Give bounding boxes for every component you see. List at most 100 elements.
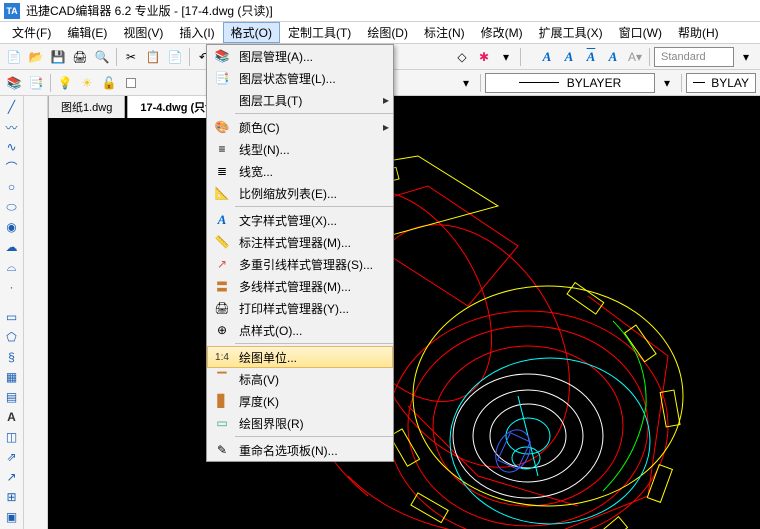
block-tool[interactable]: ◫ (2, 428, 22, 446)
layer-state-icon: 📑 (211, 69, 233, 87)
print-button[interactable]: 🖨 (70, 47, 90, 67)
menu-file[interactable]: 文件(F) (4, 22, 59, 43)
menu-thickness[interactable]: ▊ 厚度(K) (207, 390, 393, 412)
menu-point-style[interactable]: ⊕ 点样式(O)... (207, 319, 393, 341)
submenu-arrow-icon: ▸ (383, 120, 389, 134)
chevron-down-icon[interactable]: ▾ (657, 73, 677, 93)
menu-color[interactable]: 🎨 颜色(C) ▸ (207, 116, 393, 138)
helix-tool[interactable]: § (2, 348, 22, 366)
spline-tool[interactable]: ∿ (2, 138, 22, 156)
circle-tool[interactable]: ○ (2, 178, 22, 196)
menu-separator (235, 113, 393, 114)
menu-window[interactable]: 窗口(W) (611, 22, 670, 43)
menu-insert[interactable]: 插入(I) (171, 22, 222, 43)
title-text: 迅捷CAD编辑器 6.2 专业版 - [17-4.dwg (只读)] (26, 2, 273, 19)
linetype-icon: ≡ (211, 140, 233, 158)
menu-bar: 文件(F) 编辑(E) 视图(V) 插入(I) 格式(O) 定制工具(T) 绘图… (0, 22, 760, 44)
menu-edit[interactable]: 编辑(E) (59, 22, 115, 43)
region-tool[interactable]: ▣ (2, 508, 22, 526)
menu-ext-tools[interactable]: 扩展工具(X) (531, 22, 611, 43)
drawing-canvas[interactable]: 图纸1.dwg 17-4.dwg (只读 (48, 96, 760, 529)
menu-modify[interactable]: 修改(M) (473, 22, 531, 43)
text-style-a1[interactable]: A (537, 47, 557, 67)
bylayer-combo-2[interactable]: BYLAY (686, 73, 756, 93)
color-button[interactable]: ✱ (474, 47, 494, 67)
format-dropdown: 📚 图层管理(A)... 📑 图层状态管理(L)... 图层工具(T) ▸ 🎨 … (206, 44, 394, 462)
new-file-button[interactable]: 📄 (4, 47, 24, 67)
text-style-a4[interactable]: A (603, 47, 623, 67)
rectangle-tool[interactable]: ▭ (2, 308, 22, 326)
bylayer-label-1: BYLAYER (567, 76, 621, 90)
menu-text-style[interactable]: A 文字样式管理(X)... (207, 209, 393, 231)
text-tool[interactable]: A (2, 408, 22, 426)
left-toolbar-2 (24, 96, 48, 529)
line-tool[interactable]: ╱ (2, 98, 22, 116)
polyline-tool[interactable]: 〰 (2, 118, 22, 136)
copy-button[interactable]: 📋 (143, 47, 163, 67)
left-toolbar-1: ╱ 〰 ∿ ⌒ ○ ⬭ ◉ ☁ ⌓ · ▭ ⬠ § ▦ ▤ A ◫ ⇗ ↗ ⊞ … (0, 96, 24, 529)
revcloud-tool[interactable]: ☁ (2, 238, 22, 256)
boundary-tool[interactable]: ▦ (2, 368, 22, 386)
save-button[interactable]: 💾 (48, 47, 68, 67)
menu-rename[interactable]: ✎ 重命名选项板(N)... (207, 439, 393, 461)
bylayer-combo-1[interactable]: BYLAYER (485, 73, 655, 93)
style-dropdown-icon[interactable]: ▾ (736, 47, 756, 67)
menu-layer-state[interactable]: 📑 图层状态管理(L)... (207, 67, 393, 89)
arc-tool[interactable]: ⌒ (2, 158, 22, 176)
menu-mline-style[interactable]: 〓 多线样式管理器(M)... (207, 275, 393, 297)
open-file-button[interactable]: 📂 (26, 47, 46, 67)
ray-tool[interactable]: ⇗ (2, 448, 22, 466)
menu-elevation[interactable]: ▔ 标高(V) (207, 368, 393, 390)
blank-icon (211, 91, 233, 109)
units-icon: 1:4 (211, 348, 233, 366)
dropdown-icon[interactable]: ▾ (496, 47, 516, 67)
menu-custom-tools[interactable]: 定制工具(T) (280, 22, 359, 43)
color-swatch[interactable] (121, 73, 141, 93)
menu-layer-manage[interactable]: 📚 图层管理(A)... (207, 45, 393, 67)
toolbar-separator (649, 48, 650, 66)
menu-help[interactable]: 帮助(H) (670, 22, 727, 43)
toolbar-separator (681, 74, 682, 92)
hatch-tool[interactable]: ▤ (2, 388, 22, 406)
ellipse-tool[interactable]: ⬭ (2, 198, 22, 216)
bulb-icon[interactable]: 💡 (55, 73, 75, 93)
layer-prev-button[interactable]: 📑 (26, 73, 46, 93)
menu-separator (235, 343, 393, 344)
toolbar-separator (50, 74, 51, 92)
style-combo[interactable]: Standard (654, 47, 734, 67)
menu-draw[interactable]: 绘图(D) (359, 22, 416, 43)
menu-annotation[interactable]: 标注(N) (416, 22, 473, 43)
menu-format[interactable]: 格式(O) (223, 22, 280, 43)
point-tool[interactable]: · (2, 278, 22, 296)
menu-scale-list[interactable]: 📐 比例缩放列表(E)... (207, 182, 393, 204)
point-style-icon: ⊕ (211, 321, 233, 339)
text-style-a2[interactable]: A (559, 47, 579, 67)
menu-view[interactable]: 视图(V) (115, 22, 171, 43)
menu-layer-tools[interactable]: 图层工具(T) ▸ (207, 89, 393, 111)
menu-linetype[interactable]: ≡ 线型(N)... (207, 138, 393, 160)
table-tool[interactable]: ⊞ (2, 488, 22, 506)
ellipse-arc-tool[interactable]: ⌓ (2, 258, 22, 276)
sun-icon[interactable]: ☀ (77, 73, 97, 93)
menu-drawing-units[interactable]: 1:4 绘图单位... (207, 346, 393, 368)
xline-tool[interactable]: ↗ (2, 468, 22, 486)
cut-button[interactable]: ✂ (121, 47, 141, 67)
print-preview-button[interactable]: 🔍 (92, 47, 112, 67)
text-style-select[interactable]: A▾ (625, 47, 645, 67)
donut-tool[interactable]: ◉ (2, 218, 22, 236)
print-style-icon: 🖨 (211, 299, 233, 317)
menu-mleader-style[interactable]: ↗ 多重引线样式管理器(S)... (207, 253, 393, 275)
paste-button[interactable]: 📄 (165, 47, 185, 67)
menu-limits[interactable]: ▭ 绘图界限(R) (207, 412, 393, 434)
text-style-a3[interactable]: A (581, 47, 601, 67)
menu-lineweight[interactable]: ≣ 线宽... (207, 160, 393, 182)
polygon-tool[interactable]: ⬠ (2, 328, 22, 346)
menu-dim-style[interactable]: 📏 标注样式管理器(M)... (207, 231, 393, 253)
snap-button[interactable]: ◇ (452, 47, 472, 67)
chevron-down-icon[interactable]: ▾ (456, 73, 476, 93)
toolbar-separator (480, 74, 481, 92)
layer-button[interactable]: 📚 (4, 73, 24, 93)
lock-icon[interactable]: 🔓 (99, 73, 119, 93)
menu-print-style[interactable]: 🖨 打印样式管理器(Y)... (207, 297, 393, 319)
thickness-icon: ▊ (211, 392, 233, 410)
